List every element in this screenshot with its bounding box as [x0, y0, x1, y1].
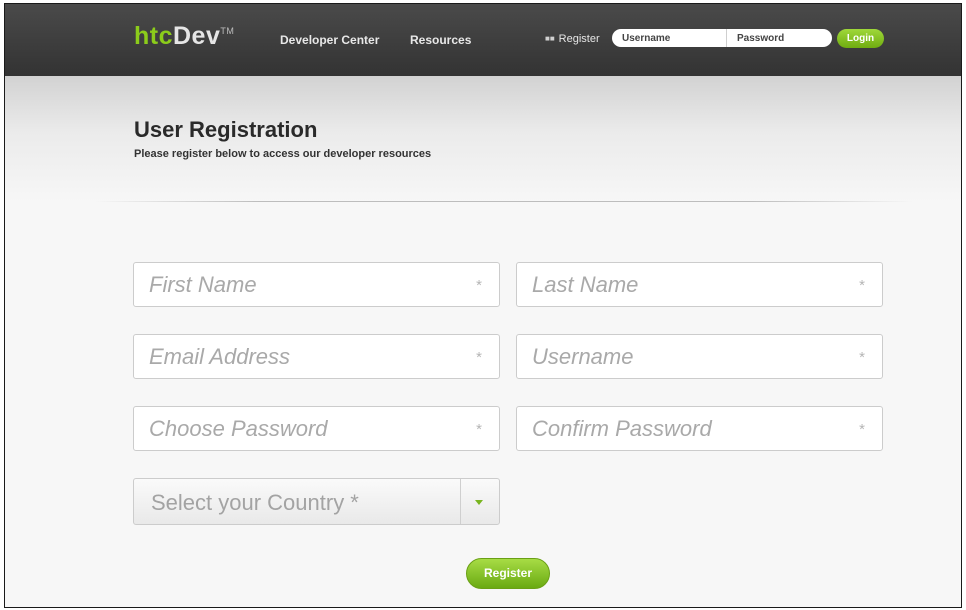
first-name-input[interactable]	[134, 263, 464, 306]
username-input[interactable]	[517, 335, 847, 378]
chevron-down-icon	[475, 500, 483, 505]
page-subtitle: Please register below to access our deve…	[134, 148, 432, 160]
required-asterisk: *	[476, 421, 482, 438]
login-button[interactable]: Login	[837, 29, 884, 48]
page-title: User Registration	[134, 117, 318, 142]
htc-dev-logo[interactable]: htcDevTM	[134, 22, 234, 51]
register-button[interactable]: Register	[466, 558, 550, 589]
confirm-password-field: *	[516, 406, 883, 451]
country-select[interactable]: Select your Country *	[133, 478, 500, 525]
password-field: *	[133, 406, 500, 451]
header-divider	[95, 201, 913, 202]
login-password-input[interactable]	[727, 29, 832, 47]
login-username-input[interactable]	[612, 29, 727, 47]
users-icon: ■■	[545, 34, 555, 43]
select-divider	[460, 479, 461, 524]
login-form	[612, 29, 832, 47]
required-asterisk: *	[859, 421, 865, 438]
last-name-input[interactable]	[517, 263, 847, 306]
nav-resources[interactable]: Resources	[410, 33, 471, 47]
top-nav-bar: htcDevTM Developer Center Resources ■■ Re…	[5, 4, 961, 76]
logo-dev-text: Dev	[173, 22, 221, 50]
first-name-field: *	[133, 262, 500, 307]
last-name-field: *	[516, 262, 883, 307]
logo-trademark: TM	[220, 26, 235, 36]
logo-htc-text: htc	[134, 22, 173, 50]
email-field: *	[133, 334, 500, 379]
password-input[interactable]	[134, 407, 464, 450]
register-link-label: Register	[558, 33, 600, 45]
required-asterisk: *	[859, 277, 865, 294]
register-link[interactable]: ■■ Register	[545, 33, 600, 45]
username-field: *	[516, 334, 883, 379]
email-input[interactable]	[134, 335, 464, 378]
nav-developer-center[interactable]: Developer Center	[280, 33, 379, 47]
required-asterisk: *	[476, 349, 482, 366]
browser-frame: htcDevTM Developer Center Resources ■■ Re…	[4, 3, 962, 608]
confirm-password-input[interactable]	[517, 407, 847, 450]
required-asterisk: *	[859, 349, 865, 366]
country-select-label: Select your Country *	[151, 490, 359, 515]
required-asterisk: *	[476, 277, 482, 294]
